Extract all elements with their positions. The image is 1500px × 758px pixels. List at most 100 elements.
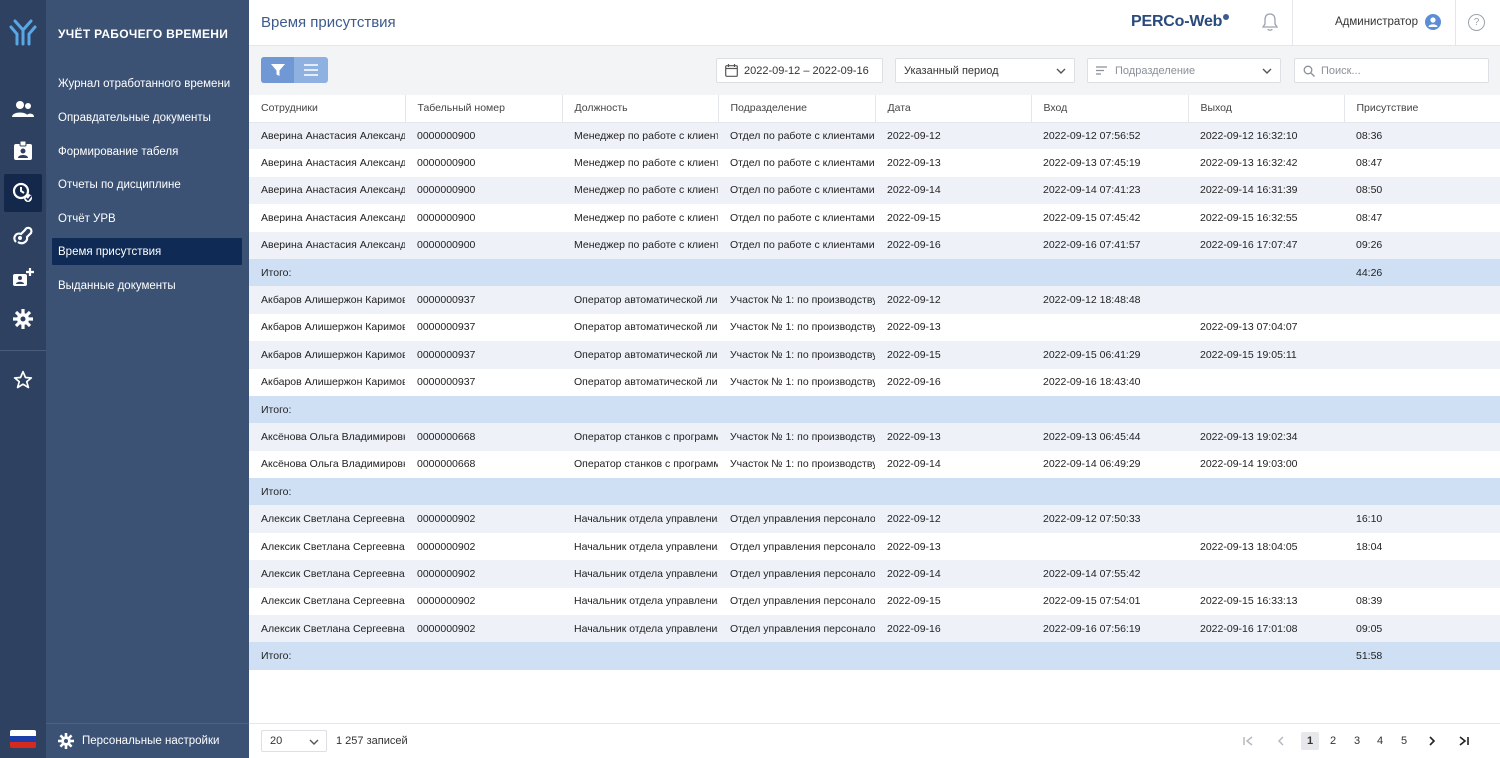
table-cell: [1031, 395, 1188, 424]
table-cell: 2022-09-15 16:33:13: [1188, 587, 1344, 616]
first-page-icon[interactable]: [1239, 732, 1257, 750]
last-page-icon[interactable]: [1455, 732, 1473, 750]
column-header[interactable]: Дата: [875, 95, 1032, 123]
logo-icon[interactable]: [0, 10, 46, 54]
table-row[interactable]: Алексик Светлана Сергеевна 0000000902 Нача…: [249, 587, 1500, 616]
table-row[interactable]: Алексик Светлана Сергеевна 0000000902 Нача…: [249, 560, 1500, 588]
avatar[interactable]: [1425, 14, 1441, 30]
table-cell: 2022-09-15 06:41:29: [1031, 341, 1188, 369]
table-cell: Аксёнова Ольга Владимировна: [249, 450, 405, 479]
gear-icon: [58, 733, 74, 749]
page-size-select[interactable]: 20: [261, 730, 327, 752]
column-header[interactable]: Подразделение: [718, 95, 876, 123]
column-header[interactable]: Вход: [1031, 95, 1189, 123]
column-header[interactable]: Сотрудники: [249, 95, 406, 123]
users-icon[interactable]: [4, 90, 42, 128]
table-cell: [1031, 642, 1188, 670]
table-row[interactable]: Аверина Анастасия Александровна000000090…: [249, 176, 1500, 205]
period-select[interactable]: Указанный период: [895, 58, 1075, 83]
table-cell: 2022-09-15 19:05:11: [1188, 341, 1344, 369]
star-icon[interactable]: [4, 361, 42, 399]
table-row[interactable]: Алексик Светлана Сергеевна 0000000902 Нача…: [249, 505, 1500, 533]
discipline-icon[interactable]: [4, 174, 42, 212]
table-row[interactable]: Аксёнова Ольга Владимировна 0000000668 Опе…: [249, 423, 1500, 451]
table-cell: [718, 395, 875, 424]
table-row[interactable]: Акбаров Алишержон Каримович 0000000937 Опе…: [249, 313, 1500, 342]
table-cell: Алексик Светлана Сергеевна: [249, 532, 405, 561]
settings-icon[interactable]: [4, 300, 42, 338]
column-header[interactable]: Присутствие: [1344, 95, 1500, 123]
table-row[interactable]: Акбаров Алишержон Каримович 0000000937 Опе…: [249, 341, 1500, 369]
table-row[interactable]: Акбаров Алишержон Каримович 0000000937 Опе…: [249, 368, 1500, 396]
search-icon: [1303, 65, 1315, 77]
table-cell: Оператор автоматической линии: [562, 313, 718, 342]
table-cell: [1188, 642, 1344, 670]
table-cell: Начальник отдела управления: [562, 560, 718, 588]
total-label: Итого:: [249, 258, 405, 287]
table-cell: 2022-09-16 17:01:08: [1188, 615, 1344, 643]
sidebar-item-work-log[interactable]: Журнал отработанного времени: [52, 70, 242, 97]
table-cell: Менеджер по работе с клиентами: [562, 231, 718, 259]
date-range-picker[interactable]: 2022-09-12 – 2022-09-16: [716, 58, 883, 83]
view-toggle: [261, 57, 328, 83]
filter-view-button[interactable]: [261, 57, 294, 83]
page-button-1[interactable]: 1: [1301, 732, 1319, 750]
table-cell: [405, 258, 562, 287]
table-cell: Аверина Анастасия Александровна: [249, 176, 405, 205]
table-cell: Акбаров Алишержон Каримович: [249, 286, 405, 314]
division-placeholder: Подразделение: [1115, 64, 1196, 77]
sidebar-item-discipline-reports[interactable]: Отчеты по дисциплине: [52, 171, 242, 198]
user-name[interactable]: Администратор: [1335, 16, 1418, 28]
help-icon[interactable]: ?: [1468, 14, 1485, 31]
table-cell: 0000000668: [405, 423, 562, 451]
search-input[interactable]: Поиск...: [1294, 58, 1489, 83]
total-row[interactable]: Итого:: [249, 395, 1500, 424]
next-page-icon[interactable]: [1423, 732, 1441, 750]
page-button-5[interactable]: 5: [1395, 732, 1413, 750]
total-row[interactable]: Итого:: [249, 478, 1500, 506]
total-value: [1344, 478, 1500, 506]
header-divider: [1455, 0, 1456, 46]
bell-icon[interactable]: [1261, 13, 1279, 36]
table-row[interactable]: Аксёнова Ольга Владимировна 0000000668 Опе…: [249, 450, 1500, 479]
flag-stripe-red: [10, 742, 36, 748]
page-button-2[interactable]: 2: [1324, 732, 1342, 750]
page-button-3[interactable]: 3: [1348, 732, 1366, 750]
sidebar-item-issued-docs[interactable]: Выданные документы: [52, 272, 242, 299]
access-icon[interactable]: [4, 216, 42, 254]
record-count: 1 257 записей: [336, 735, 408, 747]
table-row[interactable]: Алексик Светлана Сергеевна 0000000902 Нача…: [249, 532, 1500, 561]
sidebar-item-justification-docs[interactable]: Оправдательные документы: [52, 104, 242, 131]
table-cell: [875, 395, 1031, 424]
search-placeholder: Поиск...: [1321, 64, 1361, 77]
table-cell: Менеджер по работе с клиентами: [562, 176, 718, 205]
sidebar-item-presence-time[interactable]: Время присутствия: [52, 238, 242, 265]
column-header[interactable]: Выход: [1188, 95, 1345, 123]
table-cell: 0000000668: [405, 450, 562, 479]
add-user-icon[interactable]: [4, 258, 42, 296]
column-header[interactable]: Должность: [562, 95, 719, 123]
column-header[interactable]: Табельный номер: [405, 95, 563, 123]
chevron-down-icon: [309, 739, 319, 745]
table-row[interactable]: Аверина Анастасия Александровна000000090…: [249, 122, 1500, 150]
personal-settings-button[interactable]: Персональные настройки: [46, 723, 249, 758]
table-cell: 2022-09-14 06:49:29: [1031, 450, 1188, 479]
total-row[interactable]: Итого: 44:26: [249, 258, 1500, 287]
table-row[interactable]: Аверина Анастасия Александровна000000090…: [249, 149, 1500, 177]
table-row[interactable]: Аверина Анастасия Александровна000000090…: [249, 204, 1500, 232]
table-row[interactable]: Аверина Анастасия Александровна000000090…: [249, 231, 1500, 259]
sidebar-item-timesheet[interactable]: Формирование табеля: [52, 138, 242, 165]
id-card-icon[interactable]: [4, 132, 42, 170]
table-cell: [405, 395, 562, 424]
list-view-button[interactable]: [294, 57, 327, 83]
table-row[interactable]: Алексик Светлана Сергеевна 0000000902 Нача…: [249, 615, 1500, 643]
table-cell: Оператор станков с программным: [562, 450, 718, 479]
table-cell: Алексик Светлана Сергеевна: [249, 560, 405, 588]
prev-page-icon[interactable]: [1272, 732, 1290, 750]
sidebar-item-urv-report[interactable]: Отчёт УРВ: [52, 205, 242, 232]
language-flag-icon[interactable]: [10, 730, 36, 748]
table-row[interactable]: Акбаров Алишержон Каримович 0000000937 Опе…: [249, 286, 1500, 314]
page-button-4[interactable]: 4: [1371, 732, 1389, 750]
total-row[interactable]: Итого: 51:58: [249, 642, 1500, 670]
division-select[interactable]: Подразделение: [1087, 58, 1281, 83]
